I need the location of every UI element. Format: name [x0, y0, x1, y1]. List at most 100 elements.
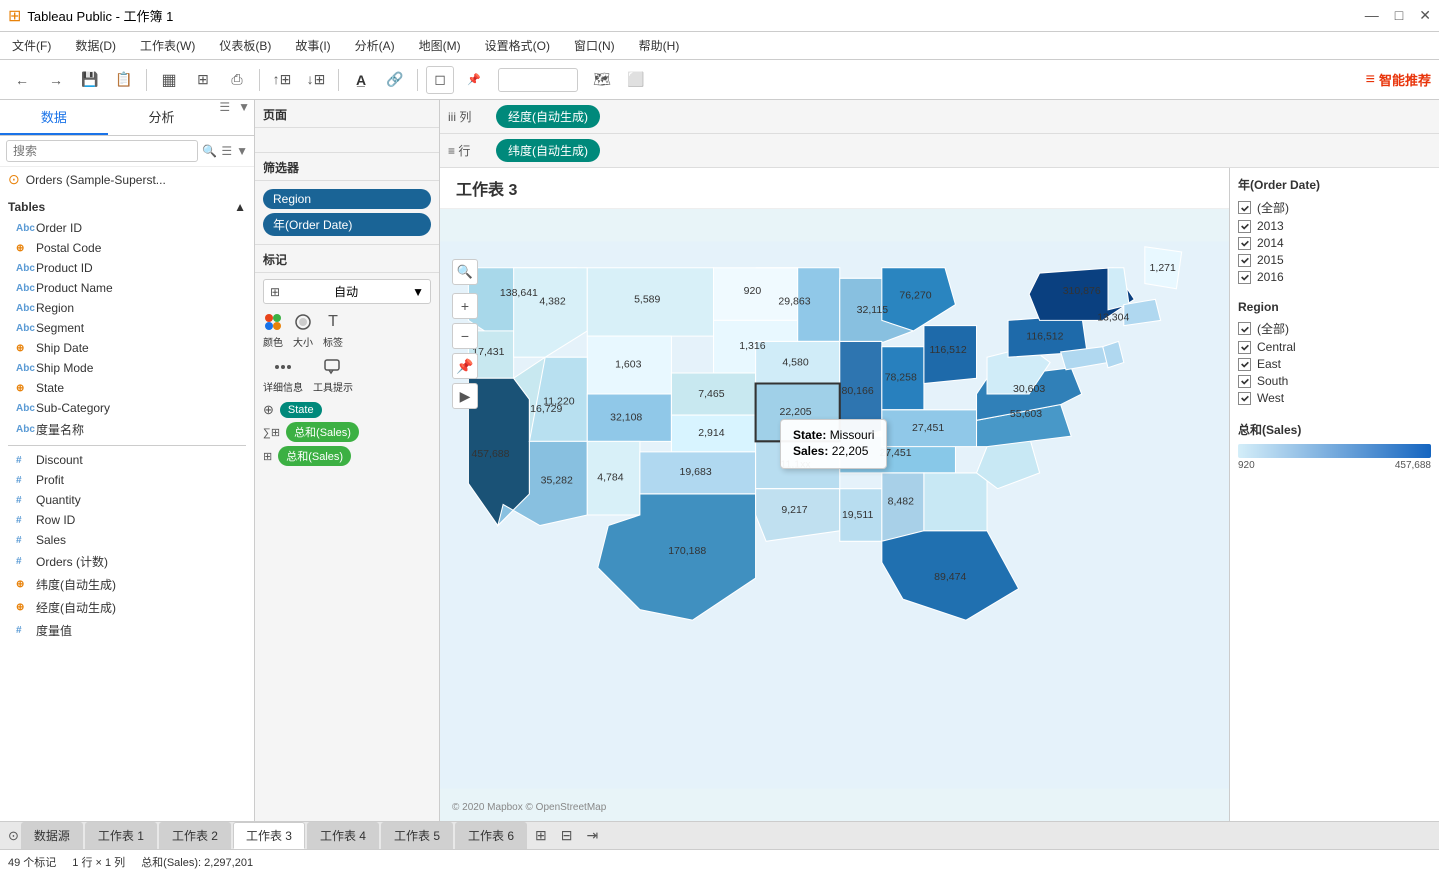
state-ME[interactable]: [1145, 247, 1182, 289]
menu-file[interactable]: 文件(F): [8, 35, 55, 56]
state-IN[interactable]: [882, 347, 924, 410]
toolbar-label[interactable]: A̲: [347, 66, 375, 94]
marks-size-btn[interactable]: 大小: [293, 312, 313, 349]
mark-pill-sales-1[interactable]: 总和(Sales): [286, 422, 359, 442]
toolbar-sort-desc[interactable]: ↓⊞: [302, 66, 330, 94]
field-order-id[interactable]: Abc Order ID: [0, 218, 254, 238]
smart-recommend[interactable]: ≡ 智能推荐: [1366, 70, 1431, 89]
checkbox-east[interactable]: [1238, 358, 1251, 371]
latitude-pill[interactable]: 纬度(自动生成): [496, 139, 600, 162]
state-MO[interactable]: [756, 384, 840, 442]
checkbox-all-regions[interactable]: [1238, 322, 1251, 335]
menu-dashboard[interactable]: 仪表板(B): [215, 35, 275, 56]
state-WY[interactable]: [587, 336, 671, 394]
toolbar-screen[interactable]: ⬜: [622, 66, 650, 94]
longitude-pill[interactable]: 经度(自动生成): [496, 105, 600, 128]
field-postal-code[interactable]: ⊕ Postal Code: [0, 238, 254, 258]
field-longitude[interactable]: ⊕ 经度(自动生成): [0, 596, 254, 619]
state-MS[interactable]: [840, 489, 882, 542]
checkbox-2013[interactable]: [1238, 220, 1251, 233]
field-product-id[interactable]: Abc Product ID: [0, 258, 254, 278]
field-orders-count[interactable]: # Orders (计数): [0, 550, 254, 573]
new-story-icon[interactable]: ⇥: [580, 823, 604, 848]
field-quantity[interactable]: # Quantity: [0, 490, 254, 510]
list-view-icon[interactable]: ☰: [221, 144, 232, 158]
field-product-name[interactable]: Abc Product Name: [0, 278, 254, 298]
checkbox-central[interactable]: [1238, 341, 1251, 354]
checkbox-south[interactable]: [1238, 375, 1251, 388]
checkbox-2016[interactable]: [1238, 271, 1251, 284]
field-sales[interactable]: # Sales: [0, 530, 254, 550]
toolbar-save[interactable]: 💾: [76, 66, 104, 94]
state-MA[interactable]: [1124, 299, 1161, 325]
menu-help[interactable]: 帮助(H): [635, 35, 684, 56]
state-KS[interactable]: [671, 415, 755, 452]
tab-sheet1[interactable]: 工作表 1: [85, 822, 157, 849]
toolbar-dropdown[interactable]: [498, 68, 578, 92]
marks-label-btn[interactable]: T 标签: [323, 312, 343, 349]
panel-tab-dropdown[interactable]: ▼: [234, 100, 254, 135]
state-KY[interactable]: [882, 410, 977, 447]
mark-pill-sales-2[interactable]: 总和(Sales): [278, 446, 351, 466]
new-dashboard-icon[interactable]: ⊟: [555, 823, 579, 848]
state-ND[interactable]: [714, 268, 798, 321]
map-zoom-out[interactable]: −: [452, 323, 478, 349]
toolbar-add-datasource[interactable]: 📋: [110, 66, 138, 94]
state-CO[interactable]: [587, 394, 671, 441]
field-region[interactable]: Abc Region: [0, 298, 254, 318]
field-row-id[interactable]: # Row ID: [0, 510, 254, 530]
tab-data[interactable]: 数据: [0, 100, 108, 135]
toolbar-back[interactable]: ←: [8, 66, 36, 94]
menu-format[interactable]: 设置格式(O): [481, 35, 554, 56]
toolbar-frame[interactable]: ◻: [426, 66, 454, 94]
collapse-dimensions[interactable]: ▲: [234, 200, 246, 214]
tab-sheet4[interactable]: 工作表 4: [307, 822, 379, 849]
toolbar-sort-asc[interactable]: ↑⊞: [268, 66, 296, 94]
menu-story[interactable]: 故事(I): [291, 35, 334, 56]
filter-year[interactable]: 年(Order Date): [263, 213, 431, 236]
maximize-btn[interactable]: □: [1395, 7, 1403, 24]
toolbar-duplicate[interactable]: ⊞: [189, 66, 217, 94]
toolbar-link[interactable]: 🔗: [381, 66, 409, 94]
map-pin[interactable]: 📌: [452, 353, 478, 379]
field-measure-values[interactable]: # 度量值: [0, 619, 254, 642]
toolbar-present[interactable]: 📌: [460, 66, 488, 94]
map-zoom-in[interactable]: +: [452, 293, 478, 319]
field-sub-category[interactable]: Abc Sub-Category: [0, 398, 254, 418]
state-GA[interactable]: [924, 473, 987, 531]
state-IL[interactable]: [840, 341, 882, 441]
state-NM[interactable]: [587, 441, 640, 515]
toolbar-chart[interactable]: ▦: [155, 66, 183, 94]
menu-data[interactable]: 数据(D): [71, 35, 120, 56]
tab-analysis[interactable]: 分析: [108, 100, 216, 135]
state-OH[interactable]: [924, 326, 977, 384]
map-search-btn[interactable]: 🔍: [452, 259, 478, 285]
checkbox-2014[interactable]: [1238, 237, 1251, 250]
datasource-name[interactable]: Orders (Sample-Superst...: [26, 173, 166, 187]
marks-tooltip-btn[interactable]: 工具提示: [313, 357, 353, 394]
checkbox-2015[interactable]: [1238, 254, 1251, 267]
field-measure-names[interactable]: Abc 度量名称: [0, 418, 254, 441]
tab-sheet3[interactable]: 工作表 3: [233, 822, 305, 849]
sort-icon[interactable]: ▼: [236, 144, 248, 158]
state-MT[interactable]: [587, 268, 713, 336]
menu-worksheet[interactable]: 工作表(W): [136, 35, 199, 56]
menu-window[interactable]: 窗口(N): [570, 35, 619, 56]
checkbox-west[interactable]: [1238, 392, 1251, 405]
checkbox-all-years[interactable]: [1238, 201, 1251, 214]
toolbar-map-layers[interactable]: 🗺: [588, 66, 616, 94]
tab-sheet5[interactable]: 工作表 5: [381, 822, 453, 849]
toolbar-forward[interactable]: →: [42, 66, 70, 94]
field-ship-date[interactable]: ⊕ Ship Date: [0, 338, 254, 358]
filter-region[interactable]: Region: [263, 189, 431, 209]
tab-datasource[interactable]: 数据源: [21, 822, 83, 849]
marks-type-dropdown[interactable]: ⊞ 自动 ▼: [263, 279, 431, 304]
close-btn[interactable]: ✕: [1419, 7, 1431, 24]
field-latitude[interactable]: ⊕ 纬度(自动生成): [0, 573, 254, 596]
tab-sheet6[interactable]: 工作表 6: [455, 822, 527, 849]
map-arrow[interactable]: ▶: [452, 383, 478, 409]
search-input[interactable]: [6, 140, 198, 162]
minimize-btn[interactable]: —: [1365, 7, 1379, 24]
map-container[interactable]: 138,641 17,431 457,688 4,382 16,729 5,58…: [440, 209, 1229, 821]
marks-color-btn[interactable]: 颜色: [263, 312, 283, 349]
